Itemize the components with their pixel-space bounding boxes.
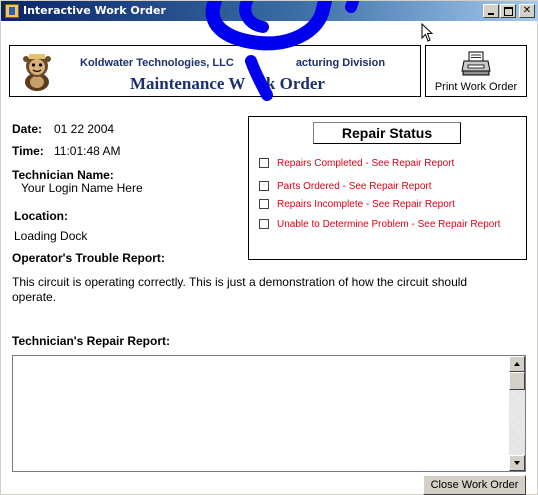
time-value: 11:01:48 AM bbox=[54, 144, 121, 158]
date-label: Date: bbox=[12, 122, 43, 136]
scroll-up-arrow-icon[interactable] bbox=[509, 356, 525, 372]
trouble-report-label: Operator's Trouble Report: bbox=[12, 251, 165, 265]
close-work-order-button[interactable]: Close Work Order bbox=[423, 475, 526, 495]
checkbox[interactable] bbox=[259, 219, 269, 229]
document-title-part1: Maintenance W bbox=[130, 74, 246, 93]
status-option-label: Repairs Incomplete - See Repair Report bbox=[277, 198, 455, 210]
window-title: Interactive Work Order bbox=[23, 4, 166, 17]
status-option-label: Repairs Completed - See Repair Report bbox=[277, 157, 455, 169]
work-order-window: Interactive Work Order ✕ Koldwater Techn… bbox=[0, 0, 538, 495]
document-title-part2: rk Order bbox=[258, 74, 325, 93]
scroll-thumb[interactable] bbox=[509, 372, 525, 390]
division-text: acturing Division bbox=[295, 57, 386, 69]
status-option-label: Parts Ordered - See Repair Report bbox=[277, 180, 432, 192]
repair-report-textarea[interactable] bbox=[12, 355, 526, 472]
maximize-button[interactable] bbox=[500, 4, 516, 18]
trouble-report-text: This circuit is operating correctly. Thi… bbox=[12, 275, 468, 304]
status-option-unable-to-determine[interactable]: Unable to Determine Problem - See Repair… bbox=[259, 217, 500, 231]
mouse-cursor-icon bbox=[421, 23, 434, 42]
status-option-repairs-completed[interactable]: Repairs Completed - See Repair Report bbox=[259, 156, 454, 170]
status-option-label: Unable to Determine Problem - See Repair… bbox=[277, 218, 501, 230]
technician-name-value: Your Login Name Here bbox=[21, 181, 143, 195]
checkbox[interactable] bbox=[259, 199, 269, 209]
repair-report-label: Technician's Repair Report: bbox=[12, 334, 170, 348]
repair-report-scrollbar[interactable] bbox=[509, 356, 525, 471]
close-window-button[interactable]: ✕ bbox=[519, 4, 535, 18]
location-value: Loading Dock bbox=[14, 229, 88, 243]
repair-status-panel: Repair Status Repairs Completed - See Re… bbox=[248, 116, 527, 260]
app-icon[interactable] bbox=[5, 4, 19, 18]
time-label: Time: bbox=[12, 144, 44, 158]
header-banner: Koldwater Technologies, LLC acturing Divi… bbox=[9, 45, 421, 97]
status-option-parts-ordered[interactable]: Parts Ordered - See Repair Report bbox=[259, 179, 432, 193]
print-button-label: Print Work Order bbox=[434, 81, 518, 93]
mascot-logo-icon bbox=[23, 54, 51, 91]
technician-name-label: Technician Name: bbox=[12, 168, 114, 182]
checkbox[interactable] bbox=[259, 181, 269, 191]
print-work-order-button[interactable]: Print Work Order bbox=[425, 45, 527, 97]
printer-icon bbox=[461, 51, 491, 76]
title-bar[interactable]: Interactive Work Order ✕ bbox=[1, 1, 538, 21]
document-title: Maintenance W rk Order bbox=[130, 74, 325, 94]
checkbox[interactable] bbox=[259, 158, 269, 168]
minimize-button[interactable] bbox=[483, 4, 499, 18]
company-name: Koldwater Technologies, LLC acturing Divi… bbox=[80, 57, 385, 69]
date-value: 01 22 2004 bbox=[54, 122, 115, 136]
scroll-down-arrow-icon[interactable] bbox=[509, 455, 525, 471]
location-label: Location: bbox=[14, 209, 68, 223]
status-option-repairs-incomplete[interactable]: Repairs Incomplete - See Repair Report bbox=[259, 197, 455, 211]
repair-status-title: Repair Status bbox=[313, 122, 461, 144]
company-text: Koldwater Technologies, LLC bbox=[80, 57, 234, 69]
